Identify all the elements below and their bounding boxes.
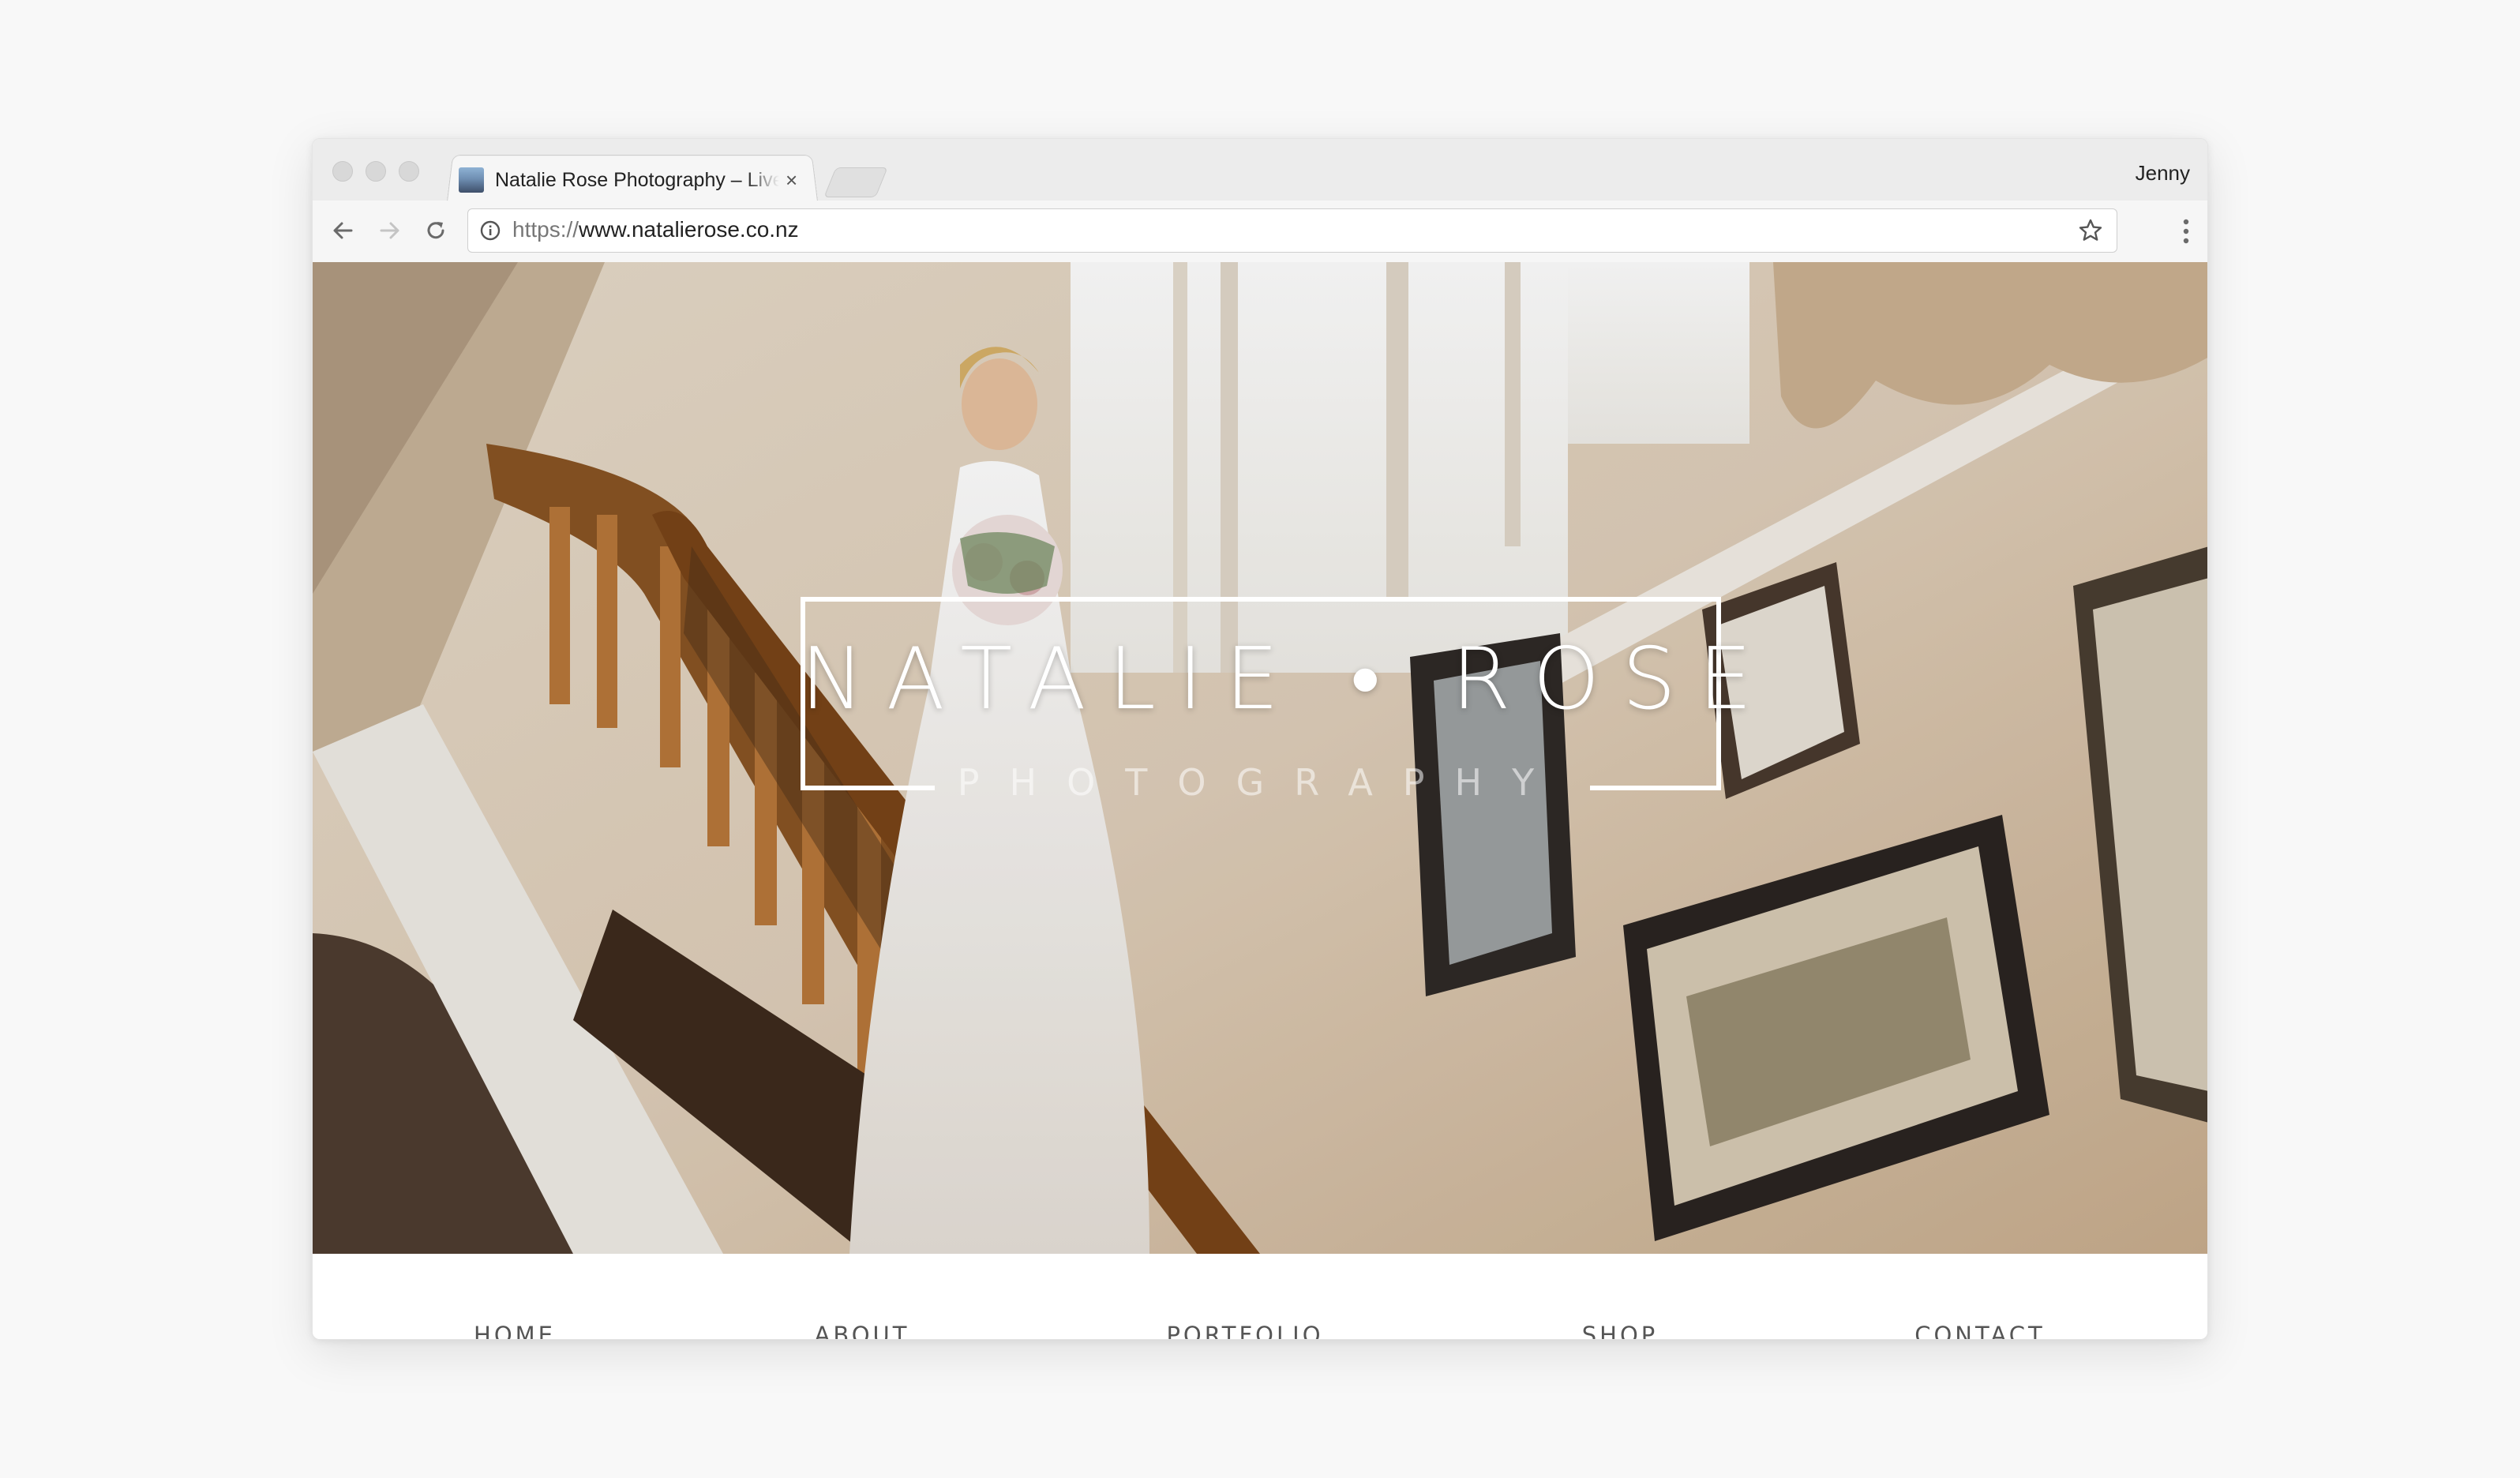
- reload-button[interactable]: [420, 215, 452, 246]
- site-favicon-icon: [459, 167, 484, 193]
- tab-title: Natalie Rose Photography – Live: [495, 168, 779, 191]
- nav-portfolio[interactable]: PORTFOLIO: [1166, 1322, 1323, 1339]
- address-bar[interactable]: https://www.natalierose.co.nz: [467, 208, 2117, 253]
- minimize-window-button[interactable]: [366, 161, 386, 182]
- nav-about[interactable]: ABOUT: [815, 1322, 910, 1339]
- info-icon[interactable]: [479, 219, 501, 242]
- browser-toolbar: https://www.natalierose.co.nz: [313, 201, 2207, 263]
- nav-home[interactable]: HOME: [474, 1322, 556, 1339]
- profile-name[interactable]: Jenny: [2136, 161, 2190, 186]
- forward-button[interactable]: [374, 215, 406, 246]
- close-window-button[interactable]: [332, 161, 353, 182]
- new-tab-button[interactable]: [823, 167, 888, 197]
- forward-arrow-icon: [380, 222, 399, 239]
- tab-content[interactable]: Natalie Rose Photography – Live ×: [459, 163, 806, 197]
- logo-subtitle: PHOTOGRAPHY: [957, 761, 1565, 804]
- back-arrow-icon: [333, 222, 353, 239]
- back-button[interactable]: [327, 215, 358, 246]
- tab-close-icon[interactable]: ×: [786, 170, 797, 190]
- more-menu-icon[interactable]: [2182, 218, 2190, 245]
- nav-contact[interactable]: CONTACT: [1914, 1322, 2046, 1339]
- url-host: www.natalierose.co.nz: [579, 217, 799, 242]
- site-nav: HOME ABOUT PORTFOLIO SHOP CONTACT: [313, 1254, 2207, 1339]
- tab-strip: Natalie Rose Photography – Live × Jenny: [313, 139, 2207, 201]
- reload-icon: [427, 222, 444, 239]
- maximize-window-button[interactable]: [399, 161, 419, 182]
- browser-window: Natalie Rose Photography – Live × Jenny: [312, 138, 2208, 1340]
- hero-image: NATALIE • ROSE PHOTOGRAPHY: [313, 262, 2207, 1254]
- bookmark-star-icon[interactable]: [2077, 217, 2104, 244]
- nav-shop[interactable]: SHOP: [1582, 1322, 1659, 1339]
- logo-title[interactable]: NATALIE • ROSE: [801, 629, 1752, 729]
- url-scheme: https://: [512, 217, 579, 242]
- url-text[interactable]: https://www.natalierose.co.nz: [512, 217, 799, 242]
